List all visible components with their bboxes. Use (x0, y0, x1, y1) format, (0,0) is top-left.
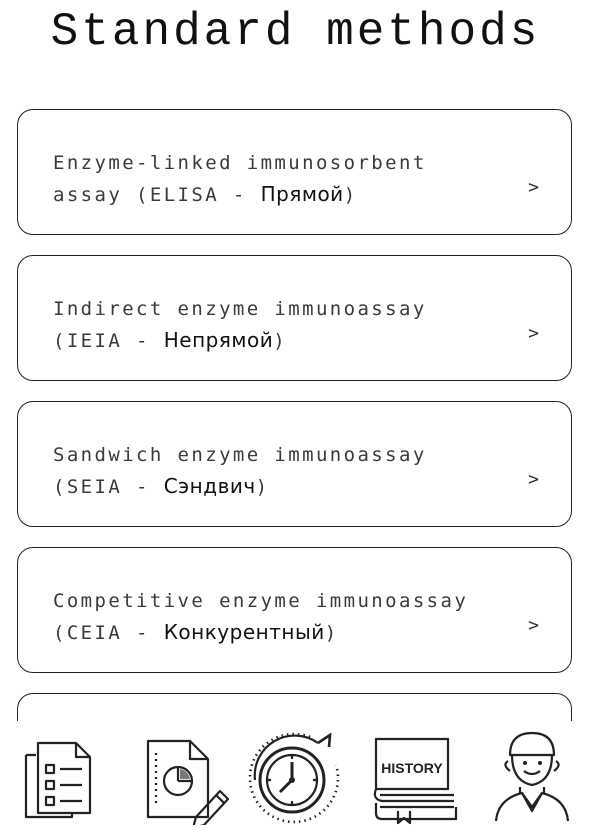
method-card-seia[interactable]: Sandwich enzyme immunoassay (SEIA - Сэнд… (17, 401, 572, 527)
method-close-paren: ) (324, 622, 339, 644)
chevron-right-icon: > (528, 323, 539, 344)
method-close-paren: ) (273, 330, 288, 352)
method-card-text: Competitive enzyme immunoassay (CEIA - К… (53, 586, 523, 649)
method-abbr: (CEIA - (53, 622, 164, 644)
method-card-text: Indirect enzyme immunoassay (IEIA - Непр… (53, 294, 523, 357)
checklist-icon[interactable] (20, 725, 100, 825)
method-ru-name: Сэндвич (163, 474, 256, 498)
history-label: HISTORY (381, 760, 443, 776)
bottom-navigation: HISTORY (0, 725, 591, 830)
methods-list[interactable]: Enzyme-linked immunosorbent assay (ELISA… (17, 109, 574, 721)
method-line1: Indirect enzyme immunoassay (53, 298, 427, 320)
chevron-right-icon: > (528, 469, 539, 490)
chevron-right-icon: > (528, 615, 539, 636)
method-ru-name: Конкурентный (163, 620, 325, 644)
method-card-elisa[interactable]: Enzyme-linked immunosorbent assay (ELISA… (17, 109, 572, 235)
method-line1: Sandwich enzyme immunoassay (53, 444, 427, 466)
method-line2: (SEIA - Сэндвич) (53, 471, 523, 503)
method-abbr: (SEIA - (53, 476, 164, 498)
doctor-icon[interactable] (490, 725, 575, 825)
method-card-partial[interactable] (17, 693, 572, 721)
chevron-right-icon: > (528, 177, 539, 198)
method-ru-name: Прямой (260, 182, 344, 206)
timer-refresh-icon[interactable] (240, 725, 350, 825)
report-edit-icon[interactable] (140, 725, 232, 825)
history-book-icon[interactable]: HISTORY (368, 725, 460, 825)
method-ru-name: Непрямой (163, 328, 274, 352)
method-line2: (CEIA - Конкурентный) (53, 617, 523, 649)
method-close-paren: ) (343, 184, 358, 206)
method-close-paren: ) (255, 476, 270, 498)
method-card-text: Sandwich enzyme immunoassay (SEIA - Сэнд… (53, 440, 523, 503)
method-line1: Enzyme-linked immunosorbent (53, 152, 427, 174)
method-line1: Competitive enzyme immunoassay (53, 590, 469, 612)
method-card-ieia[interactable]: Indirect enzyme immunoassay (IEIA - Непр… (17, 255, 572, 381)
method-abbr: assay (ELISA - (53, 184, 261, 206)
method-abbr: (IEIA - (53, 330, 164, 352)
method-card-ceia[interactable]: Competitive enzyme immunoassay (CEIA - К… (17, 547, 572, 673)
method-card-text: Enzyme-linked immunosorbent assay (ELISA… (53, 148, 523, 211)
method-line2: assay (ELISA - Прямой) (53, 179, 523, 211)
method-line2: (IEIA - Непрямой) (53, 325, 523, 357)
page-title: Standard methods (50, 6, 541, 58)
